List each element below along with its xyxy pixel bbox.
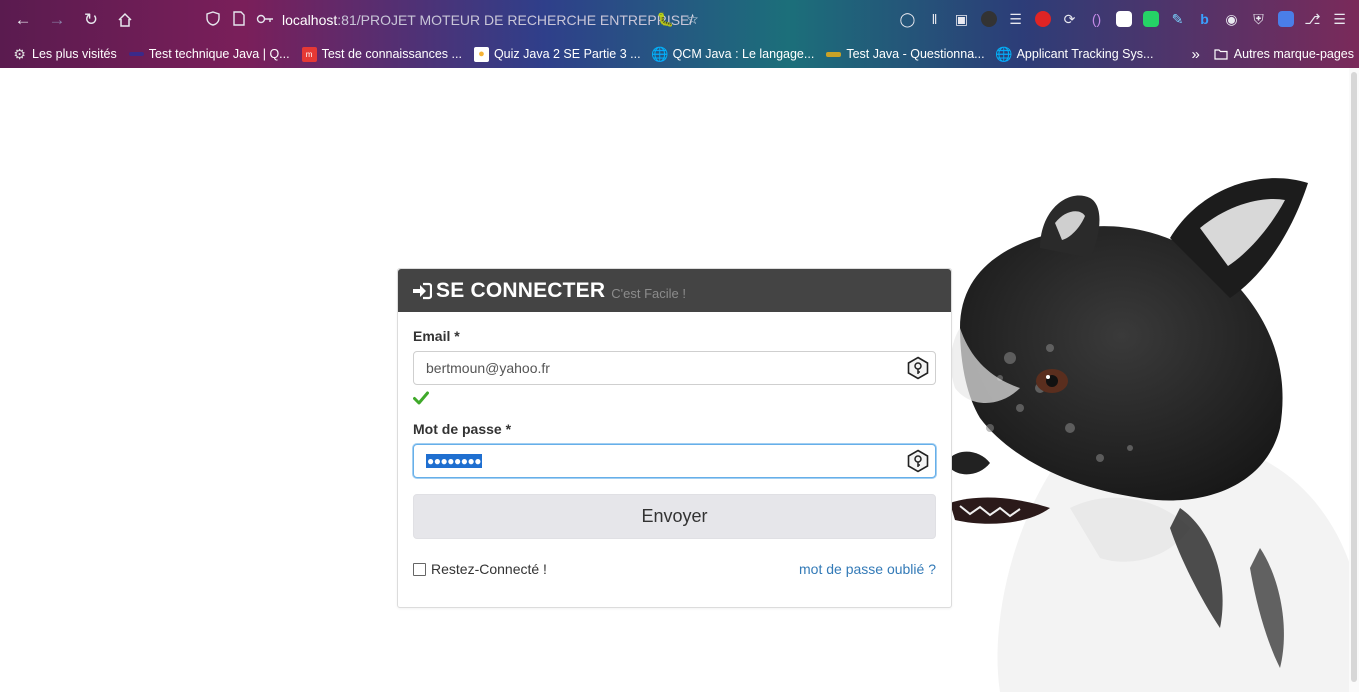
dog-image bbox=[930, 128, 1359, 692]
list-extension-icon[interactable]: ☰ bbox=[1002, 5, 1029, 33]
scrollbar-thumb[interactable] bbox=[1351, 72, 1357, 682]
submit-button[interactable]: Envoyer bbox=[413, 494, 936, 539]
remember-me-label: Restez-Connecté ! bbox=[431, 561, 547, 577]
page-icon[interactable] bbox=[226, 10, 252, 30]
mfl-icon: m bbox=[301, 46, 317, 62]
gear-icon: ⚙ bbox=[13, 45, 26, 62]
bing-icon[interactable]: b bbox=[1191, 5, 1218, 33]
bookmark-item[interactable]: 🌐 Applicant Tracking Sys... bbox=[995, 45, 1154, 62]
bookmark-item[interactable]: Test technique Java | Q... bbox=[128, 47, 290, 61]
email-label: Email * bbox=[413, 328, 460, 344]
library-icon[interactable]: ‖ bbox=[921, 5, 948, 33]
url-path: :81/PROJET MOTEUR DE RECHERCHE ENTREPRIS… bbox=[337, 12, 694, 28]
login-subtitle: C'est Facile ! bbox=[611, 285, 686, 301]
url-host: localhost bbox=[282, 12, 338, 28]
extensions-puzzle-icon[interactable]: ⎇ bbox=[1299, 5, 1326, 33]
bookmark-item[interactable]: m Test de connaissances ... bbox=[301, 46, 462, 62]
reload-icon[interactable]: ↻ bbox=[74, 3, 108, 37]
pen-extension-icon[interactable]: ✎ bbox=[1164, 5, 1191, 33]
email-value: bertmoun@yahoo.fr bbox=[426, 360, 550, 376]
sidebar-icon[interactable]: ▣ bbox=[948, 5, 975, 33]
email-field-wrapper: bertmoun@yahoo.fr bbox=[413, 351, 936, 385]
circle-extension-icon[interactable]: ◉ bbox=[1218, 5, 1245, 33]
menu-icon[interactable]: ☰ bbox=[1326, 5, 1353, 33]
remember-me-checkbox[interactable] bbox=[413, 562, 426, 576]
password-value: ●●●●●●●● bbox=[426, 454, 482, 468]
bookmark-item[interactable]: ⚙ Les plus visités bbox=[12, 45, 117, 62]
bookmark-label: QCM Java : Le langage... bbox=[672, 47, 815, 61]
password-manager-key-icon[interactable] bbox=[906, 449, 930, 473]
password-field-wrapper: ●●●●●●●● bbox=[413, 444, 936, 478]
pocket-icon[interactable]: ◯ bbox=[894, 5, 921, 33]
login-title: SE CONNECTER bbox=[436, 278, 606, 302]
whatsapp-icon[interactable] bbox=[1137, 5, 1164, 33]
more-bookmarks-icon[interactable]: » bbox=[1191, 46, 1199, 63]
bookmark-item[interactable]: Test Java - Questionna... bbox=[826, 47, 985, 61]
bookmark-label: Test de connaissances ... bbox=[321, 47, 462, 61]
globe-icon: 🌐 bbox=[995, 45, 1013, 62]
bookmark-label: Quiz Java 2 SE Partie 3 ... bbox=[493, 47, 641, 61]
avatar-extension-icon[interactable] bbox=[975, 5, 1002, 33]
password-field[interactable]: ●●●●●●●● bbox=[413, 444, 936, 478]
page-content: SE CONNECTER C'est Facile ! Email * bert… bbox=[0, 68, 1359, 692]
shield-check-icon[interactable]: ⛨ bbox=[1245, 5, 1272, 33]
url-bar[interactable]: localhost:81/PROJET MOTEUR DE RECHERCHE … bbox=[200, 5, 693, 35]
login-panel: SE CONNECTER C'est Facile ! Email * bert… bbox=[397, 268, 952, 608]
bookmark-icon bbox=[128, 52, 144, 56]
email-field[interactable]: bertmoun@yahoo.fr bbox=[413, 351, 936, 385]
bookmark-label: Applicant Tracking Sys... bbox=[1016, 47, 1154, 61]
star-icon[interactable]: ☆ bbox=[679, 5, 706, 33]
shield-extension-icon[interactable] bbox=[1110, 5, 1137, 33]
test-icon bbox=[826, 51, 842, 57]
globe-icon: 🌐 bbox=[651, 45, 669, 62]
login-footer: Restez-Connecté ! mot de passe oublié ? bbox=[398, 561, 951, 577]
password-label: Mot de passe * bbox=[413, 421, 512, 437]
bookmark-item[interactable]: 🌐 QCM Java : Le langage... bbox=[651, 45, 815, 62]
forward-icon[interactable]: → bbox=[40, 3, 74, 37]
bookmark-label: Les plus visités bbox=[32, 47, 117, 61]
folder-icon bbox=[1214, 47, 1229, 62]
login-form: Email * bertmoun@yahoo.fr Mot de passe * bbox=[398, 312, 951, 539]
shield-icon[interactable] bbox=[200, 10, 226, 30]
nav-toolbar: ← → ↻ localhost:81/PROJET MOTEUR DE RECH… bbox=[0, 0, 1359, 40]
bookmarks-bar: ⚙ Les plus visités Test technique Java |… bbox=[0, 40, 1359, 68]
other-bookmarks-folder[interactable]: Autres marque-pages bbox=[1214, 47, 1354, 62]
bookmark-item[interactable]: ● Quiz Java 2 SE Partie 3 ... bbox=[473, 46, 641, 62]
key-permission-icon[interactable] bbox=[252, 12, 278, 29]
remember-me[interactable]: Restez-Connecté ! bbox=[413, 561, 547, 577]
email-valid-check-icon bbox=[413, 391, 936, 409]
back-icon[interactable]: ← bbox=[6, 3, 40, 37]
password-manager-key-icon[interactable] bbox=[906, 356, 930, 380]
page-scrollbar[interactable] bbox=[1349, 68, 1359, 692]
bookmark-label: Test technique Java | Q... bbox=[148, 47, 290, 61]
sync-extension-icon[interactable]: ⟳ bbox=[1056, 5, 1083, 33]
quiz-icon: ● bbox=[473, 46, 489, 62]
red-extension-icon[interactable] bbox=[1029, 5, 1056, 33]
forgot-password-link[interactable]: mot de passe oublié ? bbox=[799, 561, 936, 577]
extensions-toolbar: ◯ ‖ ▣ ☰ ⟳ () ✎ b ◉ ⛨ ⎇ ☰ bbox=[894, 5, 1353, 33]
bug-icon[interactable]: 🐛 bbox=[652, 5, 679, 33]
code-extension-icon[interactable]: () bbox=[1083, 5, 1110, 33]
login-panel-header: SE CONNECTER C'est Facile ! bbox=[398, 269, 951, 312]
browser-chrome: ← → ↻ localhost:81/PROJET MOTEUR DE RECH… bbox=[0, 0, 1359, 68]
sign-in-icon bbox=[412, 282, 432, 300]
bookmark-label: Test Java - Questionna... bbox=[846, 47, 985, 61]
home-icon[interactable] bbox=[108, 3, 142, 37]
other-bookmarks-label: Autres marque-pages bbox=[1233, 47, 1354, 61]
translate-icon[interactable] bbox=[1272, 5, 1299, 33]
